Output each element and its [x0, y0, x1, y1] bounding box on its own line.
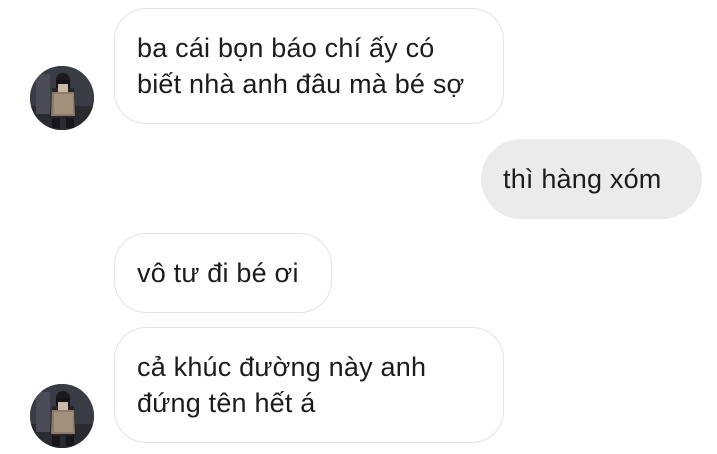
message-bubble-outgoing[interactable]: thì hàng xóm — [481, 139, 702, 219]
contact-avatar[interactable] — [30, 384, 94, 448]
contact-avatar[interactable] — [30, 66, 94, 130]
message-text-line: cả khúc đường này anh — [137, 352, 427, 382]
message-bubble-incoming[interactable]: vô tư đi bé ơi — [114, 233, 332, 313]
message-text-line: vô tư đi bé ơi — [137, 258, 299, 288]
contact-avatar-photo-icon — [30, 66, 94, 130]
message-bubble-incoming[interactable]: cả khúc đường này anh đứng tên hết á — [114, 327, 504, 443]
message-text-line: đứng tên hết á — [137, 388, 316, 418]
contact-avatar-photo-icon — [30, 384, 94, 448]
message-text-line: biết nhà anh đâu mà bé sợ — [137, 69, 465, 99]
message-text-line: thì hàng xóm — [503, 164, 662, 194]
message-text-line: ba cái bọn báo chí ấy có — [137, 33, 435, 63]
message-bubble-incoming[interactable]: ba cái bọn báo chí ấy có biết nhà anh đâ… — [114, 8, 504, 124]
